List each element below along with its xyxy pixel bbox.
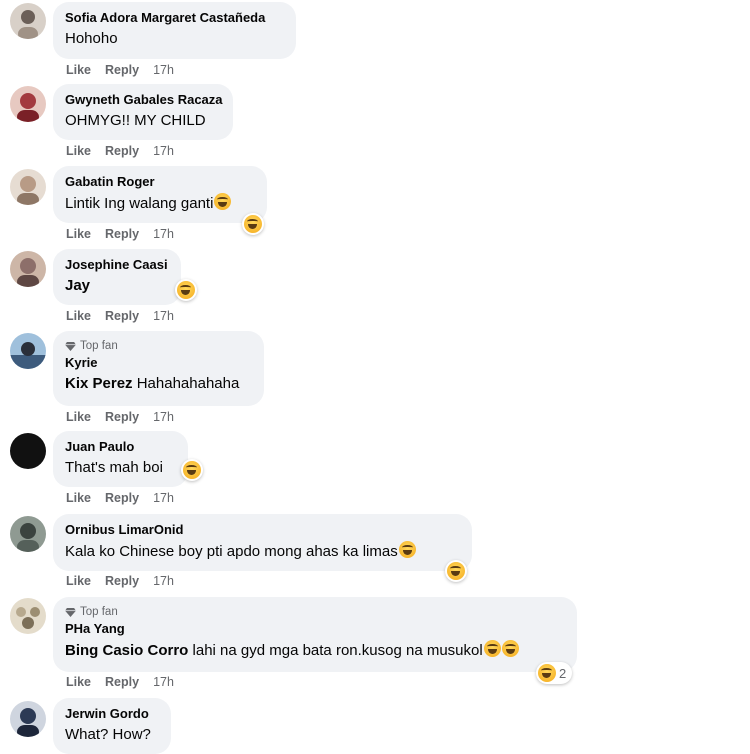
comment-timestamp[interactable]: 17h (153, 308, 174, 324)
comment-text-body: Hahahahahaha (136, 375, 240, 392)
comment-actions: Like Reply 17h (66, 143, 174, 159)
haha-reaction-icon (244, 215, 262, 233)
reply-button[interactable]: Reply (105, 62, 139, 78)
like-button[interactable]: Like (66, 62, 91, 78)
comment-text: What? How? (65, 726, 151, 743)
comment-timestamp[interactable]: 17h (153, 490, 174, 506)
comment-author[interactable]: PHa Yang (65, 621, 565, 637)
comment-actions: Like Reply 17h (66, 573, 174, 589)
reply-button[interactable]: Reply (105, 674, 139, 690)
comment-actions: Like Reply 17h (66, 490, 174, 506)
reply-button[interactable]: Reply (105, 573, 139, 589)
mention-link[interactable]: Bing Casio Corro (65, 642, 188, 659)
comment-bubble: Sofia Adora Margaret Castañeda Hohoho (53, 2, 296, 59)
comment-actions: Like Reply 17h (66, 226, 174, 242)
comment-text-body: lahi na gyd mga bata ron.kusog na musuko… (192, 642, 483, 659)
avatar[interactable] (10, 86, 46, 122)
haha-reaction-icon (177, 281, 195, 299)
comment-text-body: Lintik Ing walang ganti (65, 195, 214, 212)
comment-text: Kix Perez Hahahahahaha (65, 374, 252, 394)
comment-text-body: Kala ko Chinese boy pti apdo mong ahas k… (65, 543, 398, 560)
avatar[interactable] (10, 433, 46, 469)
comment-author[interactable]: Juan Paulo (65, 439, 176, 455)
diamond-icon (65, 607, 76, 617)
comment-bubble: Ornibus LimarOnid Kala ko Chinese boy pt… (53, 514, 472, 571)
comment-bubble: Gabatin Roger Lintik Ing walang ganti (53, 166, 267, 223)
comment-bubble: Josephine Caasi Jay (53, 249, 181, 305)
like-button[interactable]: Like (66, 226, 91, 242)
comment-timestamp[interactable]: 17h (153, 143, 174, 159)
reply-button[interactable]: Reply (105, 143, 139, 159)
avatar[interactable] (10, 516, 46, 552)
haha-reaction-icon (538, 664, 556, 682)
comment-author[interactable]: Jerwin Gordo (65, 706, 159, 722)
top-fan-badge: Top fan (65, 605, 565, 619)
comment-timestamp[interactable]: 17h (153, 226, 174, 242)
like-button[interactable]: Like (66, 308, 91, 324)
laughing-emoji-icon (483, 640, 501, 657)
avatar[interactable] (10, 3, 46, 39)
like-button[interactable]: Like (66, 674, 91, 690)
comment-timestamp[interactable]: 17h (153, 573, 174, 589)
comment-actions: Like Reply 17h (66, 674, 174, 690)
top-fan-badge: Top fan (65, 339, 252, 353)
badge-label: Top fan (80, 340, 118, 352)
reaction-count: 2 (559, 665, 567, 681)
comment-text: Jay (65, 277, 91, 294)
diamond-icon (65, 341, 76, 351)
laughing-emoji-icon (214, 193, 232, 210)
comment-bubble: Top fan Kyrie Kix Perez Hahahahahaha (53, 331, 264, 406)
comment-author[interactable]: Josephine Caasi (65, 257, 169, 273)
mention-link[interactable]: Kix Perez (65, 375, 133, 392)
reaction-summary[interactable] (242, 213, 264, 235)
like-button[interactable]: Like (66, 143, 91, 159)
like-button[interactable]: Like (66, 490, 91, 506)
haha-reaction-icon (183, 461, 201, 479)
comment-author[interactable]: Sofia Adora Margaret Castañeda (65, 10, 284, 26)
comment-text: Kala ko Chinese boy pti apdo mong ahas k… (65, 541, 460, 562)
comment-bubble: Juan Paulo That's mah boi (53, 431, 188, 487)
comment-bubble: Top fan PHa Yang Bing Casio Corro lahi n… (53, 597, 577, 672)
reply-button[interactable]: Reply (105, 226, 139, 242)
comment-timestamp[interactable]: 17h (153, 674, 174, 690)
comment-actions: Like Reply 17h (66, 308, 174, 324)
comment-author[interactable]: Gabatin Roger (65, 174, 255, 190)
avatar[interactable] (10, 701, 46, 737)
haha-reaction-icon (447, 562, 465, 580)
avatar[interactable] (10, 598, 46, 634)
reaction-summary[interactable] (181, 459, 203, 481)
comment-text: Lintik Ing walang ganti (65, 193, 255, 214)
reaction-summary[interactable]: 2 (536, 662, 573, 684)
comment-author[interactable]: Kyrie (65, 355, 252, 371)
comment-actions: Like Reply 17h (66, 62, 174, 78)
comment-text: Hohoho (65, 30, 118, 47)
comment-actions: Like Reply 17h (66, 409, 174, 425)
reply-button[interactable]: Reply (105, 409, 139, 425)
comment-text: That's mah boi (65, 459, 163, 476)
laughing-emoji-icon (501, 640, 519, 657)
reaction-summary[interactable] (445, 560, 467, 582)
comment-author[interactable]: Gwyneth Gabales Racaza (65, 92, 223, 108)
reaction-summary[interactable] (175, 279, 197, 301)
like-button[interactable]: Like (66, 409, 91, 425)
avatar[interactable] (10, 333, 46, 369)
comment-author[interactable]: Ornibus LimarOnid (65, 522, 460, 538)
like-button[interactable]: Like (66, 573, 91, 589)
comment-bubble: Gwyneth Gabales Racaza OHMYG!! MY CHILD (53, 84, 233, 140)
badge-label: Top fan (80, 606, 118, 618)
reply-button[interactable]: Reply (105, 490, 139, 506)
laughing-emoji-icon (398, 541, 416, 558)
comment-text: Bing Casio Corro lahi na gyd mga bata ro… (65, 640, 565, 661)
avatar[interactable] (10, 169, 46, 205)
comment-timestamp[interactable]: 17h (153, 62, 174, 78)
comment-timestamp[interactable]: 17h (153, 409, 174, 425)
reply-button[interactable]: Reply (105, 308, 139, 324)
comment-bubble: Jerwin Gordo What? How? (53, 698, 171, 754)
comment-text: OHMYG!! MY CHILD (65, 112, 206, 129)
avatar[interactable] (10, 251, 46, 287)
